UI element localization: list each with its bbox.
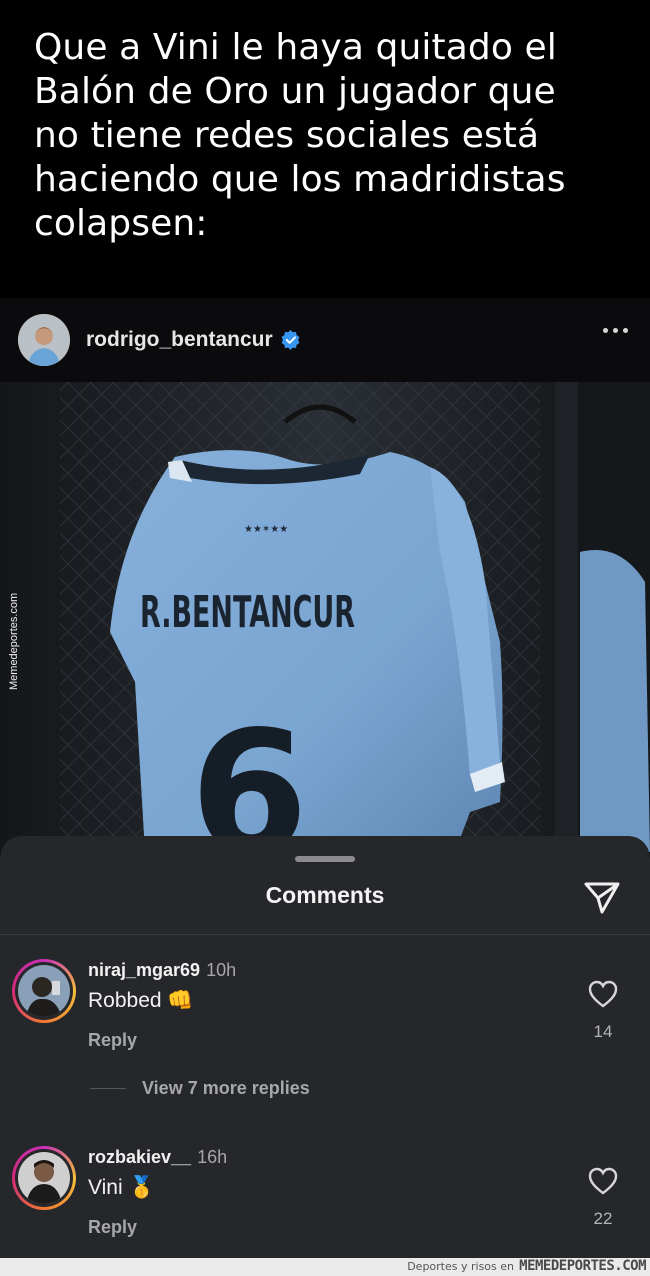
profile-avatar[interactable]	[18, 314, 70, 366]
comment-text: Vini 🥇	[88, 1176, 155, 1199]
svg-text:★★✶★★: ★★✶★★	[244, 524, 288, 535]
side-watermark: Memedeportes.com	[8, 592, 20, 690]
caption-line-1: Que a Vini le haya quitado el	[34, 27, 557, 68]
comment-username[interactable]: rozbakiev__ 16h	[88, 1147, 227, 1168]
dot-icon	[623, 328, 628, 333]
comment-username-text[interactable]: niraj_mgar69	[88, 960, 200, 980]
drag-handle[interactable]	[295, 856, 355, 862]
comment-username-text[interactable]: rozbakiev__	[88, 1147, 191, 1167]
like-count: 22	[593, 1209, 613, 1228]
more-options-button[interactable]	[603, 328, 628, 333]
replies-line	[90, 1088, 126, 1089]
comments-title: Comments	[265, 882, 385, 908]
footer-watermark: Deportes y risos en MEMEDEPORTES.COM	[0, 1258, 650, 1276]
comment-time: 10h	[206, 960, 237, 980]
commenter-avatar[interactable]	[12, 1146, 76, 1210]
commenter-avatar[interactable]	[12, 959, 76, 1023]
caption-line-5: colapsen:	[34, 203, 208, 244]
reply-button[interactable]: Reply	[88, 1217, 137, 1238]
send-icon[interactable]	[582, 880, 622, 916]
footer-brand: MEMEDEPORTES.COM	[519, 1258, 646, 1274]
comments-sheet: Comments niraj_mgar69 10h Robbed 👊 Reply…	[0, 836, 650, 1258]
view-more-replies[interactable]: View 7 more replies	[90, 1078, 310, 1099]
caption-line-2: Balón de Oro un jugador que	[34, 71, 556, 112]
post-header: rodrigo_bentancur	[0, 298, 650, 382]
heart-icon[interactable]	[588, 980, 618, 1008]
post-username[interactable]: rodrigo_bentancur	[86, 328, 273, 352]
heart-icon[interactable]	[588, 1167, 618, 1195]
jersey-name: R.BENTANCUR	[140, 587, 355, 638]
comment-text: Robbed 👊	[88, 989, 194, 1012]
meme-caption: Que a Vini le haya quitado el Balón de O…	[0, 0, 650, 298]
jersey-number: 6	[190, 695, 308, 852]
like-count: 14	[593, 1022, 613, 1041]
reply-button[interactable]: Reply	[88, 1030, 137, 1051]
view-replies-text[interactable]: View 7 more replies	[142, 1078, 310, 1099]
dot-icon	[613, 328, 618, 333]
comment-time: 16h	[197, 1147, 228, 1167]
caption-line-3: no tiene redes sociales está	[34, 115, 540, 156]
divider	[0, 934, 650, 935]
dot-icon	[603, 328, 608, 333]
footer-tagline: Deportes y risos en	[407, 1260, 514, 1273]
caption-line-4: haciendo que los madridistas	[34, 159, 566, 200]
verified-badge-icon	[281, 330, 300, 350]
post-image[interactable]: ★★✶★★ R.BENTANCUR 6	[0, 382, 650, 852]
comment-username[interactable]: niraj_mgar69 10h	[88, 960, 236, 981]
